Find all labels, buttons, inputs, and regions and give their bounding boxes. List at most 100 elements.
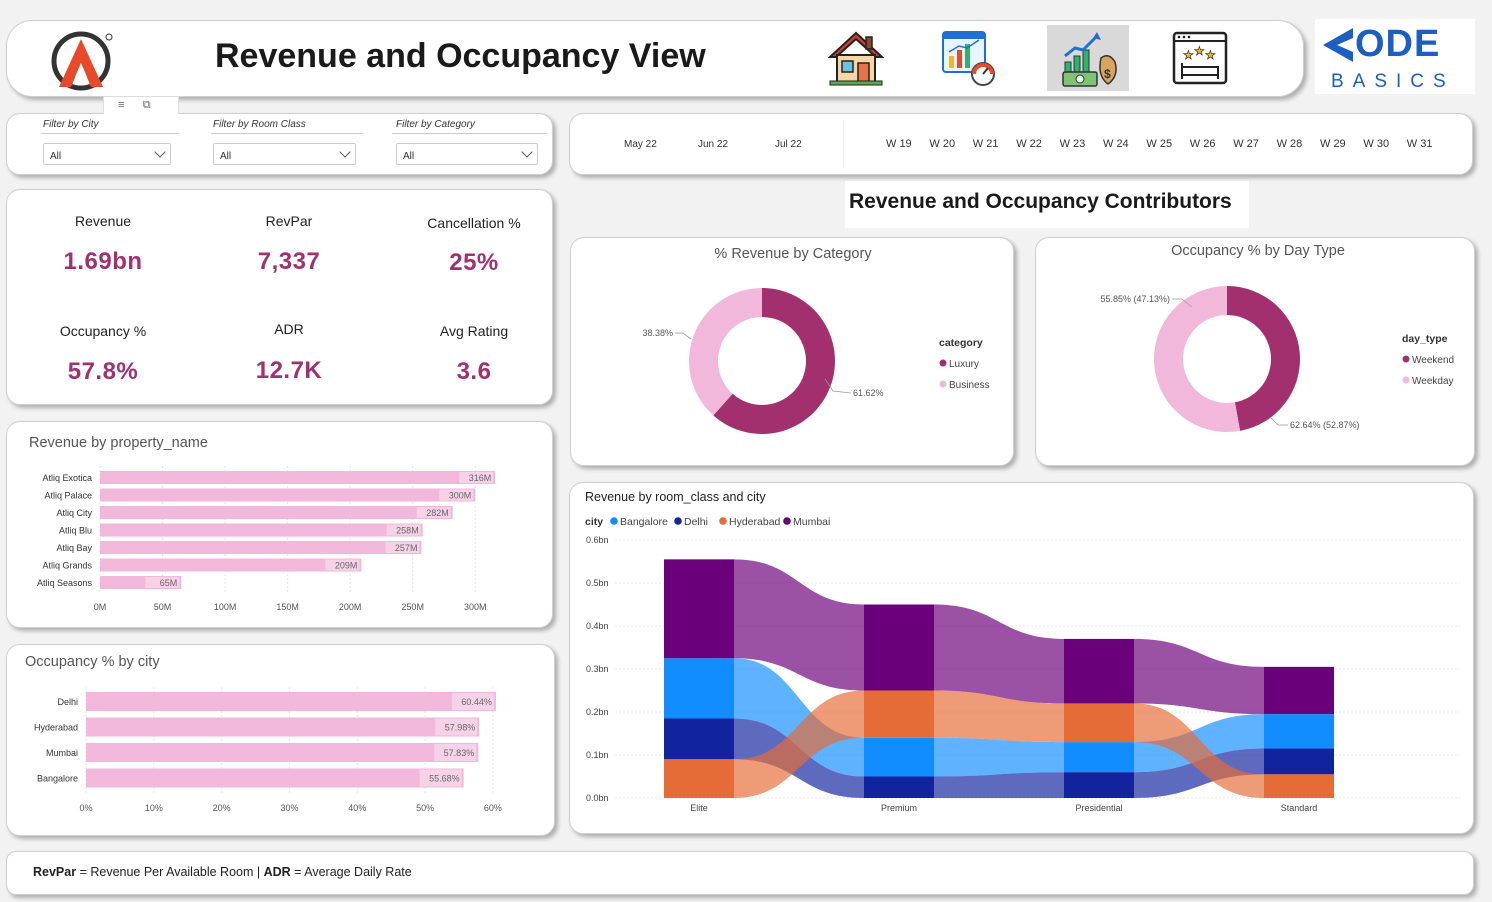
revenue-by-room-class-city-chart: city Bangalore Delhi Hyderabad Mumbai 0.0bn 0.… (585, 516, 1460, 813)
legend-label: Business (949, 380, 990, 391)
week-slicer-item[interactable]: W 23 (1060, 138, 1086, 150)
month-slicer-item[interactable]: Jul 22 (775, 139, 802, 150)
leader-line (675, 332, 692, 340)
x-tick-label: 250M (401, 602, 424, 612)
revenue-nav-button[interactable]: $ (1047, 25, 1129, 91)
kpi-revpar-label: RevPar (265, 213, 313, 229)
focus-mode-icon[interactable]: ≡ ⧉ (103, 96, 179, 114)
week-slicer-item[interactable]: W 26 (1190, 138, 1216, 150)
y-category-label: Delhi (57, 697, 78, 707)
kpi-adr-value: 12.7K (255, 357, 323, 384)
analytics-dashboard-icon (942, 31, 995, 86)
category-filter-divider (392, 133, 547, 134)
svg-text:★: ★ (1205, 48, 1216, 62)
brand-small-text: BASICS (1331, 71, 1455, 92)
x-tick-label: 60% (484, 803, 502, 813)
occupancy-by-day-type-card: Occupancy % by Day Type 62.64% (52.87%) 5… (1035, 237, 1475, 466)
footer-def-revpar: = Revenue Per Available Room | (76, 865, 264, 879)
ribbon (934, 737, 1064, 777)
x-tick-label: 30% (280, 803, 298, 813)
legend-swatch (1402, 376, 1410, 384)
data-label: 55.68% (429, 774, 460, 784)
week-slicer-item[interactable]: W 19 (886, 138, 912, 150)
week-slicer-item[interactable]: W 27 (1233, 138, 1259, 150)
kpi-rating-label: Avg Rating (439, 323, 509, 339)
data-label: 209M (335, 561, 358, 571)
room-class-filter-divider (211, 133, 363, 134)
svg-text:$: $ (1104, 67, 1111, 81)
column-segment (1264, 748, 1334, 775)
column-segment (1264, 714, 1334, 749)
month-slicer-item[interactable]: May 22 (624, 139, 657, 150)
week-slicer-item[interactable]: W 31 (1407, 138, 1433, 150)
x-tick-label: 40% (348, 803, 366, 813)
city-filter-label: Filter by City (43, 119, 99, 130)
revenue-growth-icon: $ (1062, 32, 1117, 87)
column-segment (864, 737, 934, 777)
footer-legend: RevPar = Revenue Per Available Room | AD… (33, 865, 412, 879)
codebasics-logo: ODE BASICS (1315, 19, 1475, 94)
x-tick-label: 100M (214, 602, 237, 612)
column-segment (1264, 666, 1334, 715)
x-category-label: Standard (1281, 803, 1318, 813)
column-segment (1064, 638, 1134, 704)
column-segment (664, 718, 734, 760)
y-category-label: Bangalore (37, 774, 78, 784)
week-slicer-item[interactable]: W 24 (1103, 138, 1129, 150)
column-segment (864, 776, 934, 798)
column-segment (864, 604, 934, 691)
data-label: 57.83% (444, 748, 475, 758)
week-slicer-item[interactable]: W 22 (1016, 138, 1042, 150)
category-filter-dropdown[interactable]: All (396, 143, 538, 165)
data-label: 62.64% (52.87%) (1290, 420, 1360, 430)
y-category-label: Atliq Palace (44, 491, 92, 501)
x-tick-label: 50% (416, 803, 434, 813)
bar (86, 692, 496, 711)
data-label: 257M (395, 543, 418, 553)
kpi-revenue-label: Revenue (74, 213, 132, 229)
rating-nav-button[interactable]: ★ ★ ★ (1159, 26, 1241, 90)
revenue-by-property-card: Revenue by property_name 0M 50M 100M 150M 20… (6, 421, 553, 628)
legend-label: Hyderabad (729, 516, 781, 528)
data-label: 38.38% (642, 328, 673, 338)
y-category-label: Atliq Bay (56, 543, 92, 553)
x-category-label: Elite (690, 803, 708, 813)
kpi-rating-value: 3.6 (456, 358, 492, 385)
ribbon (934, 604, 1064, 704)
city-filter-value: All (50, 151, 62, 162)
analytics-nav-button[interactable] (927, 26, 1009, 90)
y-category-label: Atliq Blu (59, 526, 92, 536)
donut-slice (689, 288, 762, 416)
revenue-by-category-chart: 61.62% 38.38% category Luxury Business (642, 288, 990, 434)
bar (100, 558, 362, 572)
week-slicer-item[interactable]: W 30 (1363, 138, 1389, 150)
x-tick-label: 200M (339, 602, 362, 612)
y-category-label: Mumbai (46, 748, 78, 758)
column-segment (864, 690, 934, 738)
category-filter-value: All (403, 151, 415, 162)
room-class-filter-value: All (220, 151, 232, 162)
legend-swatch (610, 517, 618, 525)
y-tick-label: 0.3bn (586, 664, 609, 674)
bar (100, 506, 453, 519)
x-tick-label: 300M (464, 602, 487, 612)
y-tick-label: 0.0bn (586, 793, 609, 803)
data-label: 61.62% (853, 388, 884, 398)
y-tick-label: 0.2bn (586, 707, 609, 717)
week-slicer-item[interactable]: W 21 (973, 138, 999, 150)
occupancy-by-day-type-chart: 62.64% (52.87%) 55.85% (47.13%) day_type We… (1100, 286, 1454, 432)
data-label: 282M (426, 508, 449, 518)
city-filter-dropdown[interactable]: All (43, 143, 171, 165)
week-slicer-item[interactable]: W 25 (1146, 138, 1172, 150)
month-slicer-item[interactable]: Jun 22 (698, 139, 728, 150)
week-slicer-item[interactable]: W 29 (1320, 138, 1346, 150)
room-class-filter-dropdown[interactable]: All (213, 143, 356, 165)
week-slicer-item[interactable]: W 28 (1277, 138, 1303, 150)
home-nav-button[interactable] (815, 26, 897, 90)
week-slicer-item[interactable]: W 20 (929, 138, 955, 150)
kpi-revenue-value: 1.69bn (63, 248, 143, 275)
bar (100, 523, 423, 537)
data-label: 258M (396, 526, 419, 536)
x-tick-label: 0% (79, 803, 92, 813)
y-category-label: Atliq Grands (42, 561, 92, 571)
